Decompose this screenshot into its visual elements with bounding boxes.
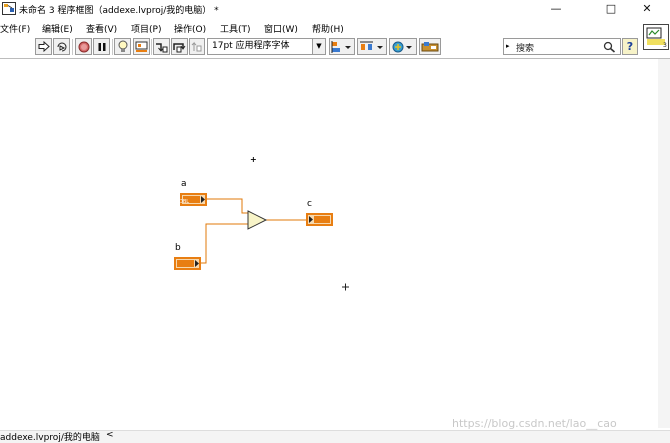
distribute-objects-button[interactable]: [357, 38, 387, 55]
step-into-button[interactable]: [153, 38, 170, 55]
title-bar: 未命名 3 程序框图（addexe.lvproj/我的电脑） * — □ ✕: [0, 0, 670, 18]
highlight-execution-button[interactable]: [114, 38, 131, 55]
control-b-type: DBL: [179, 199, 190, 205]
wire-a[interactable]: [206, 198, 248, 214]
clean-up-diagram-button[interactable]: [419, 38, 441, 55]
control-b-label: b: [175, 243, 181, 253]
diagram-canvas: [174, 193, 349, 291]
retain-wire-values-button[interactable]: [133, 38, 150, 55]
step-over-button[interactable]: [171, 38, 188, 55]
menu-view[interactable]: 查看(V): [86, 22, 117, 35]
add-node-symbol: +: [250, 155, 257, 164]
minimize-button[interactable]: —: [533, 0, 579, 18]
run-arrow-icon: [38, 41, 50, 52]
menu-bar: 文件(F) 编辑(E) 查看(V) 项目(P) 操作(O) 工具(T) 窗口(W…: [0, 20, 640, 36]
reorder-icon: [392, 41, 412, 52]
indicator-c-type: DBL: [316, 155, 327, 161]
toolbar-separator: [151, 39, 152, 55]
project-context-label: addexe.lvproj/我的电脑: [0, 433, 100, 443]
align-objects-button[interactable]: [329, 38, 355, 55]
toolbar-separator: [112, 39, 113, 55]
stop-sign-icon: [78, 41, 89, 52]
window-title: 未命名 3 程序框图（addexe.lvproj/我的电脑） *: [19, 6, 219, 16]
menu-file[interactable]: 文件(F): [0, 22, 30, 35]
add-function-node[interactable]: [247, 210, 268, 230]
indicator-terminal-c[interactable]: [306, 213, 333, 226]
menu-operate[interactable]: 操作(O): [174, 22, 206, 35]
distribute-objects-icon: [360, 41, 383, 50]
scroll-left-arrow-icon[interactable]: <: [106, 430, 114, 440]
align-objects-icon: [331, 40, 351, 53]
search-icon[interactable]: [603, 41, 616, 53]
lightbulb-icon: [118, 40, 127, 52]
control-a-type: DBL: [185, 135, 196, 141]
watermark: https://blog.csdn.net/lao__cao: [452, 417, 617, 430]
vertical-scrollbar[interactable]: [658, 59, 670, 428]
menu-help[interactable]: 帮助(H): [312, 22, 344, 35]
font-settings-value: 17pt 应用程序字体: [212, 41, 290, 51]
menu-edit[interactable]: 编辑(E): [42, 22, 73, 35]
run-continuously-button[interactable]: [53, 38, 70, 55]
svg-text:3: 3: [663, 42, 667, 49]
pause-button[interactable]: [93, 38, 110, 55]
search-input[interactable]: ▸ 搜索: [503, 38, 621, 55]
block-diagram[interactable]: a b c DBL DBL DBL +: [0, 59, 658, 428]
context-help-button[interactable]: ?: [622, 38, 638, 55]
indicator-c-label: c: [307, 199, 312, 209]
run-continuously-icon: [57, 42, 66, 51]
control-a-label: a: [181, 179, 187, 189]
reorder-button[interactable]: [389, 38, 417, 55]
horizontal-scrollbar[interactable]: [0, 430, 670, 443]
run-button[interactable]: [35, 38, 52, 55]
toolbar: 17pt 应用程序字体 ▼ ▸ 搜索 ?: [0, 37, 640, 57]
labview-diagram-icon: [2, 2, 16, 15]
wire-b[interactable]: [200, 223, 248, 264]
menu-project[interactable]: 项目(P): [131, 22, 161, 35]
abort-button[interactable]: [75, 38, 92, 55]
vi-icon-graphic: 3: [645, 26, 667, 49]
step-into-icon: [156, 42, 168, 52]
toolbar-separator: [72, 39, 73, 55]
search-options-icon[interactable]: ▸: [506, 42, 510, 50]
crosshair-cursor-icon: [342, 283, 349, 291]
step-out-icon: [191, 41, 202, 51]
chevron-down-icon: ▼: [312, 39, 325, 54]
vi-icon[interactable]: 3: [643, 24, 669, 50]
font-settings-dropdown[interactable]: 17pt 应用程序字体 ▼: [207, 38, 326, 55]
menu-window[interactable]: 窗口(W): [264, 22, 298, 35]
search-placeholder: 搜索: [516, 44, 535, 54]
probe-icon: [135, 41, 148, 52]
pause-icon: [98, 42, 105, 51]
step-over-icon: [173, 42, 186, 52]
menu-tools[interactable]: 工具(T): [220, 22, 251, 35]
close-button[interactable]: ✕: [624, 0, 670, 18]
step-out-button[interactable]: [189, 38, 205, 55]
control-terminal-b[interactable]: [174, 257, 201, 270]
clean-up-icon: [421, 41, 439, 51]
